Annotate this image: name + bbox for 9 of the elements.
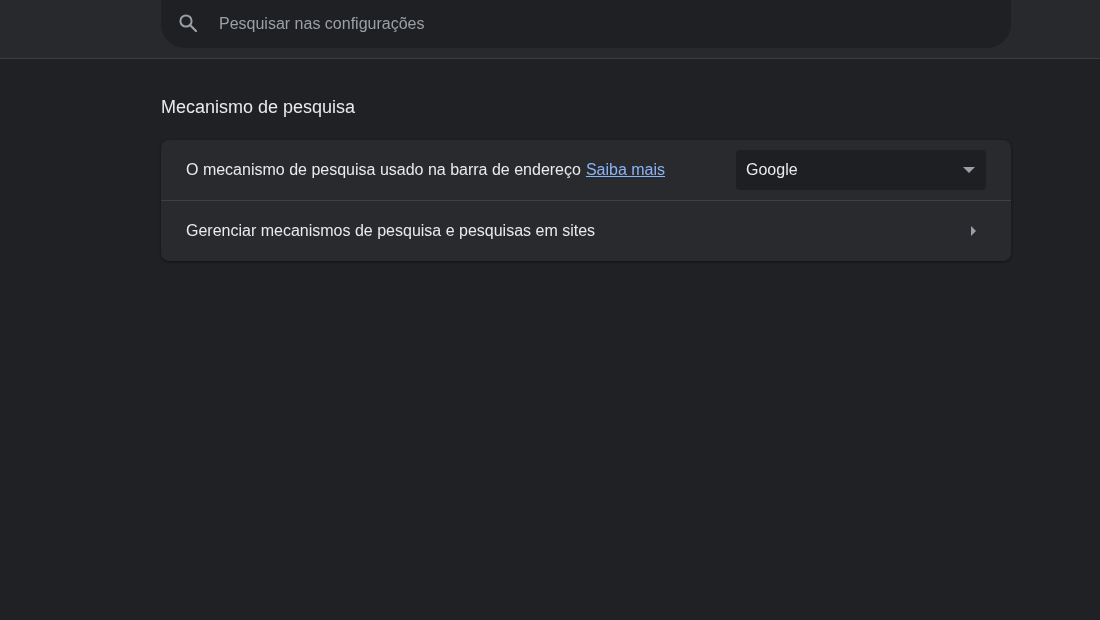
row-label: O mecanismo de pesquisa usado na barra de endereço Saiba mais	[186, 161, 666, 179]
search-engine-dropdown[interactable]: Google	[736, 150, 986, 190]
caret-icon	[963, 167, 975, 173]
search-icon	[179, 14, 197, 32]
settings-row[interactable]: Gerenciar mecanismos de pesquisa e pesquisas em sites	[161, 201, 1011, 261]
section-title: Mecanismo de pesquisa	[161, 96, 357, 118]
learn-more-link[interactable]: Saiba mais	[585, 161, 666, 178]
search-field[interactable]: Pesquisar nas configurações	[161, 0, 1011, 48]
arrow-right-icon	[971, 226, 976, 236]
